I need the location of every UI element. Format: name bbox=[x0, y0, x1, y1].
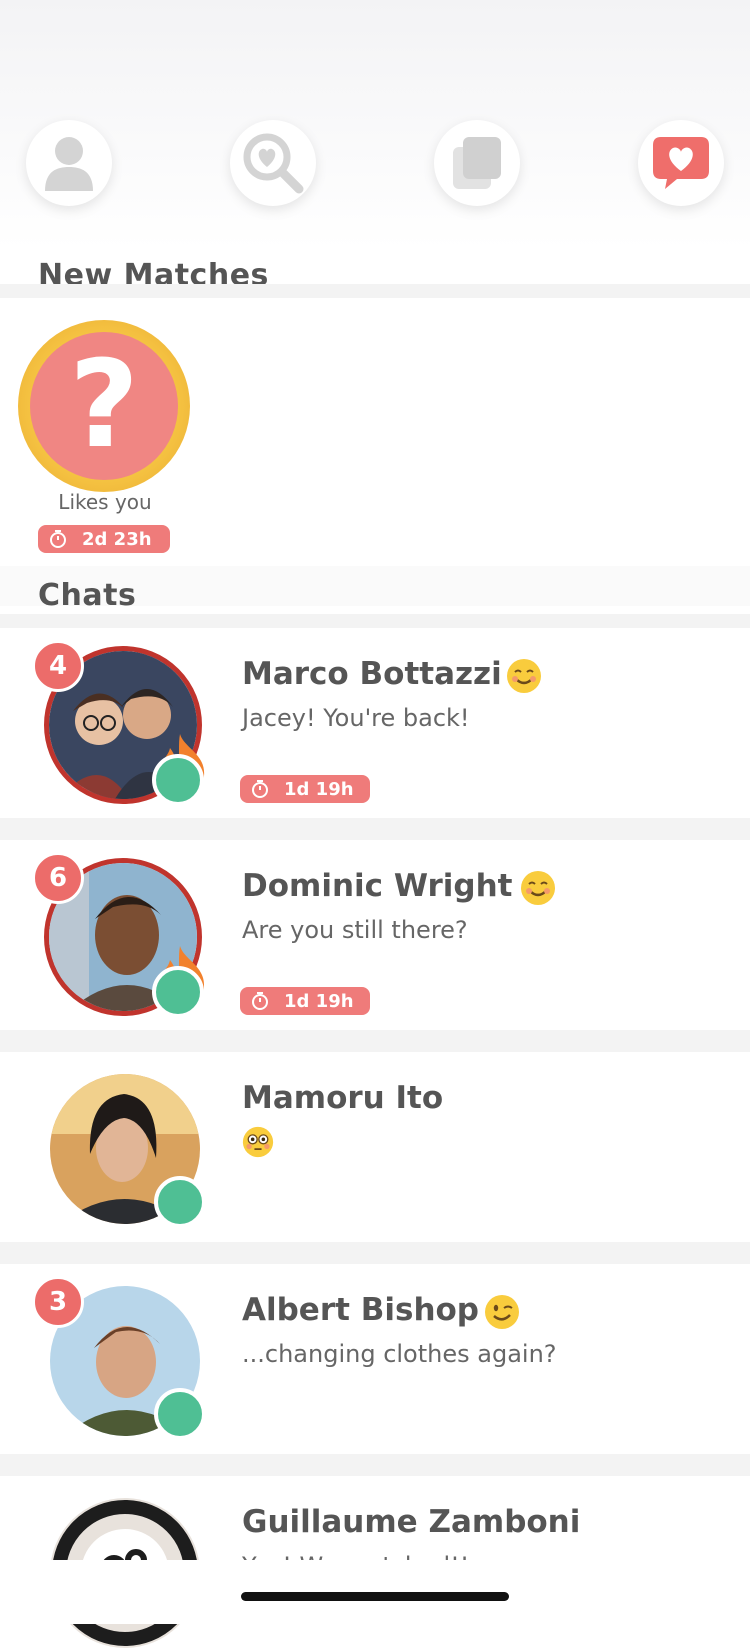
cards-button[interactable] bbox=[434, 120, 520, 206]
smiling-face-icon bbox=[507, 659, 541, 693]
chat-name: Mamoru Ito bbox=[242, 1080, 444, 1116]
likes-you-label: Likes you bbox=[58, 490, 152, 514]
profile-icon bbox=[45, 137, 93, 191]
unread-badge: 6 bbox=[32, 852, 84, 904]
chats-title: Chats bbox=[38, 578, 137, 613]
chat-timer-text: 1d 19h bbox=[284, 778, 354, 800]
chat-message-preview: Are you still there? bbox=[242, 916, 468, 944]
chat-name: Marco Bottazzi bbox=[242, 656, 502, 692]
row-divider bbox=[0, 1242, 750, 1264]
smiling-face-icon bbox=[521, 871, 555, 905]
chat-message-preview: Jacey! You're back! bbox=[242, 704, 470, 732]
search-heart-icon bbox=[243, 133, 304, 194]
chat-message-preview: ...changing clothes again? bbox=[242, 1340, 557, 1368]
chat-name: Dominic Wright bbox=[242, 868, 513, 904]
chat-timer-text: 1d 19h bbox=[284, 990, 354, 1012]
online-indicator bbox=[152, 966, 204, 1018]
mystery-match-avatar[interactable]: ? bbox=[18, 320, 190, 492]
stopwatch-icon bbox=[252, 780, 268, 798]
chat-name: Albert Bishop bbox=[242, 1292, 479, 1328]
chat-timer: 1d 19h bbox=[240, 775, 370, 803]
flushed-face-icon bbox=[242, 1126, 274, 1158]
cards-icon bbox=[453, 137, 501, 189]
section-divider bbox=[0, 284, 750, 298]
section-divider bbox=[0, 614, 750, 628]
question-mark-icon: ? bbox=[30, 332, 178, 480]
row-divider bbox=[0, 818, 750, 840]
chat-name: Guillaume Zamboni bbox=[242, 1504, 581, 1540]
online-indicator bbox=[152, 754, 204, 806]
online-indicator bbox=[154, 1388, 206, 1440]
unread-badge: 3 bbox=[32, 1276, 84, 1328]
match-timer-text: 2d 23h bbox=[82, 528, 152, 550]
unread-badge: 4 bbox=[32, 640, 84, 692]
match-timer: 2d 23h bbox=[38, 525, 170, 553]
chat-heart-icon bbox=[653, 137, 709, 189]
online-indicator bbox=[154, 1176, 206, 1228]
discover-button[interactable] bbox=[230, 120, 316, 206]
stopwatch-icon bbox=[252, 992, 268, 1010]
home-indicator[interactable] bbox=[241, 1592, 509, 1601]
row-divider bbox=[0, 1454, 750, 1476]
row-divider bbox=[0, 1030, 750, 1052]
winking-face-icon bbox=[485, 1295, 519, 1329]
stopwatch-icon bbox=[50, 530, 66, 548]
chats-button[interactable] bbox=[638, 120, 724, 206]
chat-timer: 1d 19h bbox=[240, 987, 370, 1015]
profile-button[interactable] bbox=[26, 120, 112, 206]
top-header bbox=[0, 0, 750, 250]
